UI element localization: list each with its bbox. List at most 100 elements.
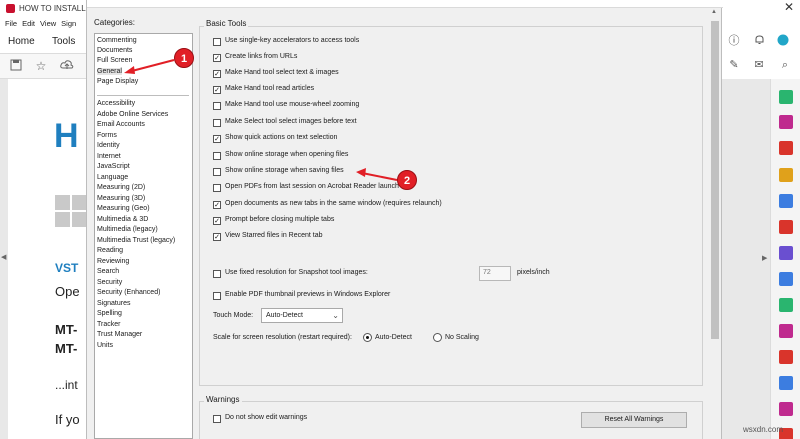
- category-forms[interactable]: Forms: [97, 132, 117, 139]
- category-measuring-geo[interactable]: Measuring (Geo): [97, 205, 150, 212]
- windows-logo-icon: [55, 195, 87, 227]
- sign-icon[interactable]: ✎: [727, 58, 741, 72]
- category-security-enhanced[interactable]: Security (Enhanced): [97, 289, 160, 296]
- radio-label: No Scaling: [445, 334, 479, 341]
- redact-icon[interactable]: [779, 350, 793, 364]
- checkbox[interactable]: [213, 152, 221, 160]
- category-documents[interactable]: Documents: [97, 47, 132, 54]
- notifications-icon[interactable]: [752, 34, 766, 48]
- document-text: If yo: [55, 412, 80, 427]
- checkbox[interactable]: ✓: [213, 70, 221, 78]
- category-reviewing[interactable]: Reviewing: [97, 258, 129, 265]
- category-email-accounts[interactable]: Email Accounts: [97, 121, 145, 128]
- menu-view[interactable]: View: [40, 19, 56, 28]
- create-pdf-icon[interactable]: [779, 141, 793, 155]
- edit-pdf-icon[interactable]: [779, 115, 793, 129]
- star-icon[interactable]: ☆: [34, 59, 48, 73]
- category-tracker[interactable]: Tracker: [97, 321, 120, 328]
- option-label: Create links from URLs: [225, 53, 298, 60]
- upload-cloud-icon[interactable]: [60, 59, 74, 73]
- fill-sign-icon[interactable]: [779, 272, 793, 286]
- category-multimedia-trust-legacy[interactable]: Multimedia Trust (legacy): [97, 237, 175, 244]
- category-search[interactable]: Search: [97, 268, 119, 275]
- checkbox[interactable]: [213, 102, 221, 110]
- protect-icon[interactable]: [779, 376, 793, 390]
- app-toolbar: ☆: [0, 53, 92, 79]
- category-measuring-2d[interactable]: Measuring (2D): [97, 184, 145, 191]
- tab-tools[interactable]: Tools: [52, 36, 75, 47]
- category-reading[interactable]: Reading: [97, 247, 123, 254]
- category-page-display[interactable]: Page Display: [97, 78, 138, 85]
- checkbox[interactable]: ✓: [213, 233, 221, 241]
- category-javascript[interactable]: JavaScript: [97, 163, 130, 170]
- checkbox[interactable]: ✓: [213, 217, 221, 225]
- category-units[interactable]: Units: [97, 342, 113, 349]
- radio-button[interactable]: [363, 333, 372, 342]
- category-measuring-3d[interactable]: Measuring (3D): [97, 195, 145, 202]
- dialog-scrollbar[interactable]: ▲: [709, 9, 721, 439]
- radio-label: Auto-Detect: [375, 334, 412, 341]
- checkbox[interactable]: [213, 270, 221, 278]
- send-for-comments-icon[interactable]: [779, 298, 793, 312]
- request-signatures-icon[interactable]: [779, 324, 793, 338]
- combine-files-icon[interactable]: [779, 194, 793, 208]
- prepare-form-icon[interactable]: [779, 402, 793, 416]
- help-icon[interactable]: ⓘ: [727, 34, 741, 48]
- category-identity[interactable]: Identity: [97, 142, 120, 149]
- organize-pages-icon[interactable]: [779, 220, 793, 234]
- checkbox[interactable]: [213, 184, 221, 192]
- scan-ocr-icon[interactable]: [779, 246, 793, 260]
- category-commenting[interactable]: Commenting: [97, 37, 137, 44]
- checkbox[interactable]: [213, 38, 221, 46]
- checkbox[interactable]: ✓: [213, 54, 221, 62]
- option-label: View Starred files in Recent tab: [225, 232, 323, 239]
- option-label: Make Hand tool select text & images: [225, 69, 339, 76]
- radio-button[interactable]: [433, 333, 442, 342]
- menu-sign[interactable]: Sign: [61, 19, 76, 28]
- category-language[interactable]: Language: [97, 174, 128, 181]
- window-close-icon[interactable]: ✕: [784, 0, 794, 14]
- category-adobe-online-services[interactable]: Adobe Online Services: [97, 111, 168, 118]
- acrobat-logo-icon: [6, 4, 15, 13]
- category-spelling[interactable]: Spelling: [97, 310, 122, 317]
- checkbox[interactable]: ✓: [213, 201, 221, 209]
- checkbox[interactable]: [213, 168, 221, 176]
- scale-resolution-label: Scale for screen resolution (restart req…: [213, 334, 352, 341]
- scroll-up-icon[interactable]: ▲: [711, 9, 717, 15]
- search-icon[interactable]: ⌕: [778, 58, 792, 72]
- checkbox[interactable]: ✓: [213, 135, 221, 143]
- document-text: MT-: [55, 322, 78, 337]
- checkbox[interactable]: ✓: [213, 86, 221, 94]
- scrollbar-thumb[interactable]: [711, 21, 719, 339]
- option-label: Show online storage when opening files: [225, 151, 349, 158]
- export-pdf-icon[interactable]: [779, 90, 793, 104]
- category-multimedia-legacy[interactable]: Multimedia (legacy): [97, 226, 158, 233]
- collapse-right-panel-icon[interactable]: ▶: [762, 254, 767, 262]
- dialog-title-strip: [87, 0, 723, 8]
- document-text: MT-: [55, 341, 78, 356]
- category-internet[interactable]: Internet: [97, 153, 121, 160]
- checkbox[interactable]: [213, 415, 221, 423]
- snapshot-resolution-input[interactable]: 72: [479, 266, 511, 281]
- save-icon[interactable]: [9, 59, 23, 73]
- category-signatures[interactable]: Signatures: [97, 300, 130, 307]
- checkbox[interactable]: [213, 292, 221, 300]
- app-window-title: HOW TO INSTALL A: [19, 4, 93, 13]
- categories-list[interactable]: Commenting Documents Full Screen General…: [94, 33, 193, 439]
- category-trust-manager[interactable]: Trust Manager: [97, 331, 142, 338]
- account-avatar-icon[interactable]: [776, 34, 790, 48]
- email-icon[interactable]: ✉: [752, 58, 766, 72]
- tab-home[interactable]: Home: [8, 36, 35, 47]
- reset-all-warnings-button[interactable]: Reset All Warnings: [581, 412, 687, 428]
- menu-file[interactable]: File: [5, 19, 17, 28]
- collapse-left-panel-icon[interactable]: ◀: [1, 253, 6, 261]
- menu-edit[interactable]: Edit: [22, 19, 35, 28]
- category-security[interactable]: Security: [97, 279, 122, 286]
- category-full-screen[interactable]: Full Screen: [97, 57, 132, 64]
- comment-icon[interactable]: [779, 168, 793, 182]
- category-multimedia-3d[interactable]: Multimedia & 3D: [97, 216, 148, 223]
- category-general[interactable]: General: [97, 68, 122, 75]
- category-accessibility[interactable]: Accessibility: [97, 100, 135, 107]
- checkbox[interactable]: [213, 119, 221, 127]
- touch-mode-select[interactable]: Auto-Detect ⌄: [261, 308, 343, 323]
